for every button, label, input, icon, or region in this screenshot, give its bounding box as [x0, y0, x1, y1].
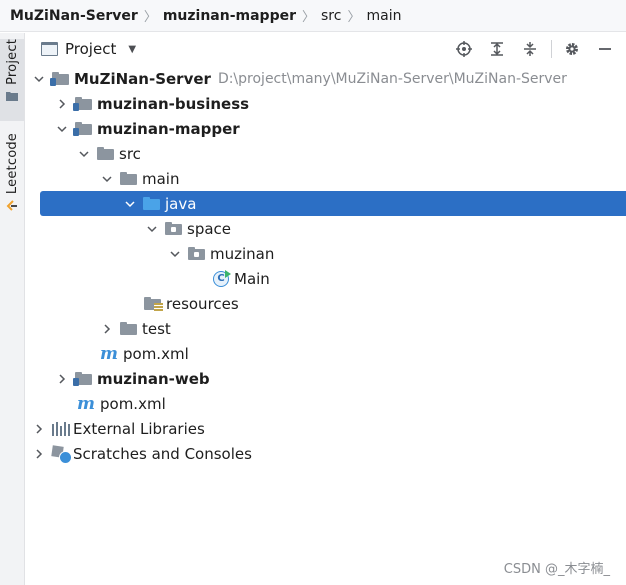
locate-icon[interactable]: [451, 36, 477, 62]
chevron-right-icon[interactable]: [100, 322, 114, 336]
tree-row-mapper-pom[interactable]: m pom.xml: [26, 341, 626, 366]
dropdown-caret-icon[interactable]: ▼: [128, 44, 136, 55]
tool-tab-leetcode[interactable]: Leetcode: [0, 133, 24, 223]
breadcrumb-separator-icon: 〉: [347, 10, 361, 25]
tree-row-root[interactable]: MuZiNan-Server D:\project\many\MuZiNan-S…: [26, 66, 626, 91]
chevron-down-icon[interactable]: [32, 72, 46, 86]
tree-row-muzinan-package[interactable]: muzinan: [26, 241, 626, 266]
module-folder-icon: [50, 72, 69, 86]
chevron-right-icon[interactable]: [32, 447, 46, 461]
package-icon: [165, 222, 182, 235]
library-icon: [52, 421, 70, 436]
tree-label: External Libraries: [73, 419, 205, 438]
project-window-icon: [41, 42, 58, 56]
gear-icon[interactable]: [559, 36, 585, 62]
breadcrumb-separator-icon: 〉: [302, 10, 316, 25]
watermark: CSDN @_木字楠_: [503, 562, 610, 577]
tool-tab-leetcode-label: Leetcode: [4, 133, 20, 195]
tree-row-web[interactable]: muzinan-web: [26, 366, 626, 391]
module-folder-icon: [73, 372, 92, 386]
chevron-down-icon[interactable]: [123, 197, 137, 211]
leetcode-icon: [6, 200, 17, 211]
tree-label: pom.xml: [100, 394, 166, 413]
java-class-icon: C: [213, 269, 231, 287]
breadcrumb: MuZiNan-Server 〉 muzinan-mapper 〉 src 〉 …: [0, 0, 626, 32]
tree-row-java[interactable]: java: [40, 191, 626, 216]
tree-row-src[interactable]: src: [26, 141, 626, 166]
collapse-all-icon[interactable]: [517, 36, 543, 62]
project-path: D:\project\many\MuZiNan-Server\MuZiNan-S…: [217, 70, 567, 87]
module-folder-icon: [73, 122, 92, 136]
tree-label: muzinan-business: [97, 94, 250, 113]
tree-row-scratches[interactable]: Scratches and Consoles: [26, 441, 626, 466]
tree-label: resources: [166, 294, 239, 313]
module-folder-icon: [73, 97, 92, 111]
tree-row-external-libraries[interactable]: External Libraries: [26, 416, 626, 441]
breadcrumb-item-project[interactable]: MuZiNan-Server: [10, 8, 138, 24]
folder-icon: [6, 91, 18, 101]
tree-row-root-pom[interactable]: m pom.xml: [26, 391, 626, 416]
minimize-icon[interactable]: [592, 36, 618, 62]
chevron-down-icon[interactable]: [168, 247, 182, 261]
package-icon: [188, 247, 205, 260]
tree-row-main-class[interactable]: C Main: [26, 266, 626, 291]
project-view-selector[interactable]: Project: [65, 40, 116, 58]
chevron-right-icon[interactable]: [55, 97, 69, 111]
folder-icon: [97, 147, 114, 160]
chevron-right-icon[interactable]: [55, 372, 69, 386]
scratches-icon: [52, 446, 72, 464]
tree-row-test[interactable]: test: [26, 316, 626, 341]
tree-row-main[interactable]: main: [26, 166, 626, 191]
tree-label: Scratches and Consoles: [73, 444, 252, 463]
tree-row-mapper[interactable]: muzinan-mapper: [26, 116, 626, 141]
tree-row-resources[interactable]: resources: [26, 291, 626, 316]
tree-label: pom.xml: [123, 344, 189, 363]
tree-label: space: [187, 219, 232, 238]
tree-label: Main: [234, 269, 270, 288]
tree-label: muzinan-mapper: [97, 119, 240, 138]
maven-icon: m: [77, 393, 95, 414]
tree-label: java: [165, 194, 197, 213]
breadcrumb-item-src[interactable]: src: [321, 8, 341, 24]
chevron-right-icon[interactable]: [32, 422, 46, 436]
tree-label: test: [142, 319, 171, 338]
chevron-down-icon[interactable]: [100, 172, 114, 186]
tool-tab-project[interactable]: Project: [0, 39, 24, 121]
tree-label: main: [142, 169, 180, 188]
tool-tab-project-label: Project: [4, 39, 20, 85]
tree-label: src: [119, 144, 141, 163]
expand-all-icon[interactable]: [484, 36, 510, 62]
breadcrumb-item-main[interactable]: main: [366, 8, 401, 24]
chevron-down-icon[interactable]: [77, 147, 91, 161]
tree-label: MuZiNan-Server: [74, 69, 211, 88]
tree-row-business[interactable]: muzinan-business: [26, 91, 626, 116]
tool-window-strip: Project Leetcode: [0, 33, 25, 585]
maven-icon: m: [100, 343, 118, 364]
tree-row-space[interactable]: space: [26, 216, 626, 241]
folder-icon: [120, 172, 137, 185]
chevron-down-icon[interactable]: [55, 122, 69, 136]
chevron-down-icon[interactable]: [145, 222, 159, 236]
folder-icon: [120, 322, 137, 335]
tree-label: muzinan-web: [97, 369, 210, 388]
breadcrumb-item-module[interactable]: muzinan-mapper: [163, 8, 296, 24]
resources-folder-icon: [144, 297, 163, 311]
breadcrumb-separator-icon: 〉: [143, 10, 157, 25]
source-folder-icon: [143, 197, 160, 210]
tree-label: muzinan: [210, 244, 275, 263]
toolbar-divider: [551, 40, 552, 58]
project-panel-header: Project ▼: [26, 33, 626, 65]
